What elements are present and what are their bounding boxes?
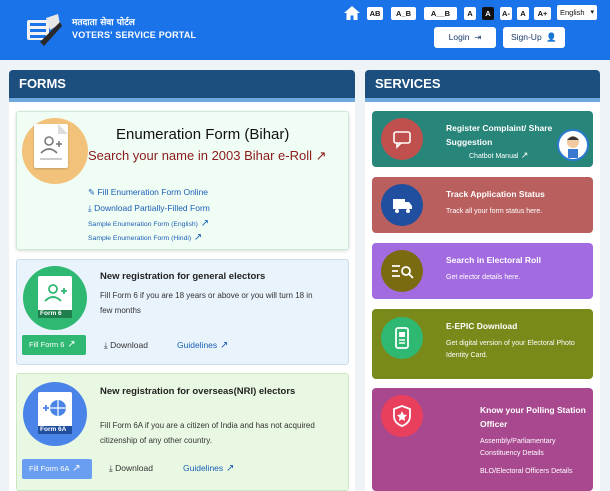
service-epic-download[interactable]: E-EPIC Download Get digital version of y… <box>372 309 593 379</box>
signup-button[interactable]: Sign-Up 👤 <box>503 27 565 48</box>
service-search-electoral-roll-title: Search in Electoral Roll <box>446 255 541 265</box>
external-link-icon: ↗ <box>197 218 210 229</box>
service-track-application-title: Track Application Status <box>446 189 545 199</box>
constituency-details-link[interactable]: Assembly/Parliamentary Constituency Deta… <box>480 436 590 460</box>
font-increase-button[interactable]: A+ <box>534 7 551 20</box>
form6-guidelines-link[interactable]: Guidelines ↗ <box>177 340 228 351</box>
service-track-application-subtitle: Track all your form status here. <box>446 208 543 215</box>
font-decrease-button[interactable]: A- <box>500 7 512 20</box>
font-style-spacing1-button[interactable]: A_B <box>391 7 416 20</box>
chatbot-avatar-icon[interactable] <box>557 129 589 161</box>
blo-officers-details-link[interactable]: BLO/Electoral Officers Details <box>480 466 592 478</box>
form6-badge: Form 6 <box>38 310 72 318</box>
search-list-icon <box>381 250 423 292</box>
overseas-registration-title: New registration for overseas(NRI) elect… <box>100 386 296 397</box>
chevron-down-icon: ▾ <box>590 9 594 16</box>
font-reset-button[interactable]: A <box>517 7 529 20</box>
home-icon[interactable] <box>343 5 361 21</box>
fill-form6-button[interactable]: Fill Form 6 ↗ <box>22 335 86 355</box>
chatbot-manual-link[interactable]: Chatbot Manual ↗ <box>469 149 528 163</box>
font-style-spacing2-button[interactable]: A__B <box>424 7 457 20</box>
form6-guidelines-label: Guidelines <box>177 340 218 350</box>
enumeration-form-title: Enumeration Form (Bihar) <box>116 126 290 143</box>
service-epic-download-subtitle: Get digital version of your Electoral Ph… <box>446 340 575 359</box>
download-partial-form-label: Download Partially-Filled Form <box>94 203 210 213</box>
fill-enumeration-online-link[interactable]: ✎ Fill Enumeration Form Online <box>88 187 208 198</box>
form6a-badge: Form 6A <box>38 426 72 434</box>
form6a-guidelines-link[interactable]: Guidelines ↗ <box>183 463 234 474</box>
external-link-icon: ↗ <box>64 339 76 350</box>
signup-label: Sign-Up <box>510 32 542 42</box>
download-partial-form-link[interactable]: ⤓ Download Partially-Filled Form <box>88 203 210 214</box>
form6a-download-label: Download <box>115 463 153 473</box>
language-select[interactable]: English ▾ <box>557 5 597 20</box>
fill-enumeration-online-label: Fill Enumeration Form Online <box>97 187 209 197</box>
login-icon: ⇥ <box>471 32 482 42</box>
chat-bubble-icon <box>381 118 423 160</box>
fill-form6-label: Fill Form 6 <box>29 340 65 349</box>
portal-name-hindi: मतदाता सेवा पोर्टल <box>72 18 135 28</box>
login-label: Login <box>448 32 470 42</box>
sample-form-english-label: Sample Enumeration Form (English) <box>88 221 198 228</box>
form6a-guidelines-label: Guidelines <box>183 463 224 473</box>
service-track-application[interactable]: Track Application Status Track all your … <box>372 177 593 233</box>
service-search-electoral-roll-subtitle: Get elector details here. <box>446 274 521 281</box>
general-registration-title: New registration for general electors <box>100 271 266 282</box>
search-eroll-link[interactable]: Search your name in 2003 Bihar e-Roll ↗ <box>88 146 344 166</box>
add-user-icon: 👤 <box>544 32 558 42</box>
services-heading: SERVICES <box>365 70 600 102</box>
portal-name-english: VOTERS' SERVICE PORTAL <box>72 30 197 40</box>
service-search-electoral-roll[interactable]: Search in Electoral Roll Get elector det… <box>372 243 593 299</box>
service-epic-download-title: E-EPIC Download <box>446 321 518 331</box>
contrast-dark-button[interactable]: A <box>482 7 494 20</box>
service-know-polling-station-title: Know your Polling Station Officer <box>480 405 586 429</box>
service-register-complaint[interactable]: Register Complaint/ Share Suggestion Cha… <box>372 111 593 167</box>
chatbot-manual-label: Chatbot Manual <box>469 153 519 160</box>
top-header: मतदाता सेवा पोर्टल VOTERS' SERVICE PORTA… <box>0 0 610 60</box>
search-eroll-label: Search your name in 2003 Bihar e-Roll <box>88 148 313 163</box>
mobile-id-icon <box>381 317 423 359</box>
external-link-icon: ↗ <box>223 463 235 474</box>
external-link-icon: ↗ <box>69 463 81 474</box>
general-registration-description: Fill Form 6 if you are 18 years or above… <box>100 291 313 315</box>
form6-download-label: Download <box>110 340 148 350</box>
service-register-complaint-title: Register Complaint/ Share Suggestion <box>446 123 553 147</box>
language-value: English <box>560 8 585 17</box>
contrast-light-button[interactable]: A <box>464 7 476 20</box>
forms-heading: FORMS <box>9 70 355 102</box>
service-know-polling-station[interactable]: Know your Polling Station Officer Assemb… <box>372 388 593 491</box>
login-button[interactable]: Login ⇥ <box>434 27 496 48</box>
font-style-ab-button[interactable]: AB <box>367 7 383 20</box>
document-add-user-icon <box>34 124 68 168</box>
sample-form-hindi-label: Sample Enumeration Form (Hindi) <box>88 235 192 242</box>
eci-logo-icon <box>27 14 62 46</box>
sample-form-hindi-link[interactable]: Sample Enumeration Form (Hindi) ↗ <box>88 232 202 243</box>
fill-form6a-button[interactable]: Fill Form 6A ↗ <box>22 459 92 479</box>
badge-star-icon <box>381 395 423 437</box>
external-link-icon: ↗ <box>518 150 529 160</box>
form6a-download-link[interactable]: ⤓ Download <box>109 463 153 474</box>
external-link-icon: ↗ <box>312 148 327 163</box>
form6-download-link[interactable]: ⤓ Download <box>104 340 148 351</box>
sample-form-english-link[interactable]: Sample Enumeration Form (English) ↗ <box>88 218 209 229</box>
fill-form6a-label: Fill Form 6A <box>29 464 70 473</box>
truck-icon <box>381 184 423 226</box>
external-link-icon: ↗ <box>191 232 203 243</box>
external-link-icon: ↗ <box>217 340 229 351</box>
overseas-registration-description: Fill Form 6A if you are a citizen of Ind… <box>100 421 315 445</box>
